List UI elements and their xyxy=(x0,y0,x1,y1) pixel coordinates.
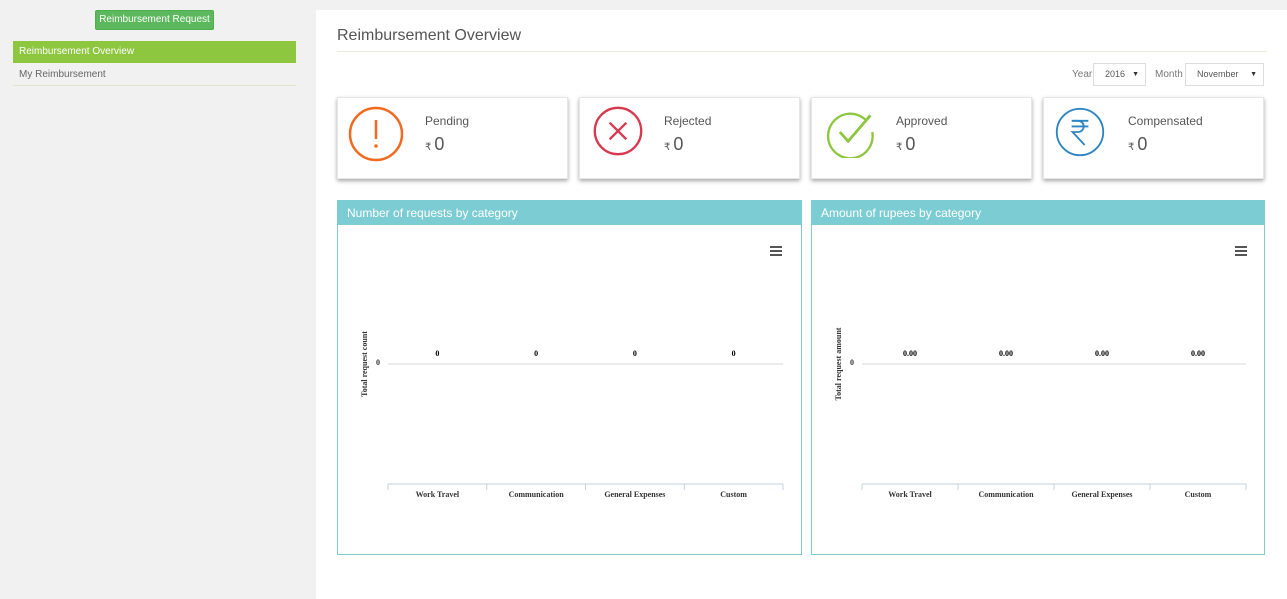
rejected-label: Rejected xyxy=(664,114,712,128)
month-select[interactable]: November ▼ xyxy=(1185,63,1264,86)
title-divider xyxy=(337,51,1267,52)
data-label: 0 xyxy=(633,349,637,358)
approved-card: Approved ₹0 xyxy=(811,97,1032,179)
data-label: 0.00 xyxy=(999,349,1013,358)
rupee-symbol: ₹ xyxy=(664,142,671,153)
sidebar-item-reimbursement-overview[interactable]: Reimbursement Overview xyxy=(13,41,296,63)
year-label: Year xyxy=(1072,69,1093,80)
reimbursement-request-button[interactable]: Reimbursement Request xyxy=(95,10,214,30)
chevron-down-icon: ▼ xyxy=(1250,71,1257,78)
month-select-value: November xyxy=(1197,69,1239,79)
compensated-amount: ₹0 xyxy=(1128,134,1147,155)
pending-card: Pending ₹0 xyxy=(337,97,568,179)
compensated-value: 0 xyxy=(1137,134,1148,154)
x-tick-label: Work Travel xyxy=(888,490,932,499)
chevron-down-icon: ▼ xyxy=(1132,71,1139,78)
data-label: 0.00 xyxy=(1191,349,1205,358)
amount-chart-title: Amount of rupees by category xyxy=(812,201,1264,225)
rupee-symbol: ₹ xyxy=(425,142,432,153)
check-circle-icon xyxy=(826,112,874,158)
approved-value: 0 xyxy=(905,134,916,154)
rejected-value: 0 xyxy=(673,134,684,154)
x-tick-label: Communication xyxy=(509,490,565,499)
approved-label: Approved xyxy=(896,114,948,128)
compensated-card: Compensated ₹0 xyxy=(1043,97,1264,179)
y-axis-title: Total request count xyxy=(360,331,369,397)
rejected-card: Rejected ₹0 xyxy=(579,97,800,179)
data-label: 0 xyxy=(732,349,736,358)
year-select[interactable]: 2016 ▼ xyxy=(1093,63,1146,86)
amount-chart: Total request amount 0 Work Travel 0.00 Comm… xyxy=(834,327,1247,499)
x-tick-label: General Expenses xyxy=(604,490,665,499)
main-content: Reimbursement Overview Year 2016 ▼ Month… xyxy=(316,10,1287,599)
y-tick-label: 0 xyxy=(850,358,854,367)
x-tick-label: Work Travel xyxy=(416,490,460,499)
requests-chart-title: Number of requests by category xyxy=(338,201,801,225)
sidebar-item-my-reimbursement[interactable]: My Reimbursement xyxy=(13,64,296,86)
page-title: Reimbursement Overview xyxy=(337,27,522,44)
x-circle-icon xyxy=(593,106,643,156)
requests-by-category-panel: Number of requests by category Total req… xyxy=(337,200,802,555)
data-label: 0 xyxy=(435,349,439,358)
rupee-circle-icon xyxy=(1055,107,1105,157)
compensated-label: Compensated xyxy=(1128,114,1203,128)
exclamation-circle-icon xyxy=(348,106,404,162)
y-tick-label: 0 xyxy=(376,358,380,367)
data-label: 0 xyxy=(534,349,538,358)
pending-amount: ₹0 xyxy=(425,134,444,155)
rejected-amount: ₹0 xyxy=(664,134,683,155)
x-tick-label: Custom xyxy=(720,490,747,499)
x-tick-label: General Expenses xyxy=(1071,490,1132,499)
x-tick-label: Custom xyxy=(1185,490,1212,499)
amount-by-category-panel: Amount of rupees by category Total reque… xyxy=(811,200,1265,555)
x-tick-label: Communication xyxy=(978,490,1034,499)
data-label: 0.00 xyxy=(1095,349,1109,358)
requests-chart: Total request count 0 Work Travel 0 Communic… xyxy=(360,331,784,499)
rupee-symbol: ₹ xyxy=(1128,142,1135,153)
approved-amount: ₹0 xyxy=(896,134,915,155)
rupee-symbol: ₹ xyxy=(896,142,903,153)
pending-label: Pending xyxy=(425,114,470,128)
y-axis-title: Total request amount xyxy=(834,327,843,400)
year-select-value: 2016 xyxy=(1105,69,1126,79)
data-label: 0.00 xyxy=(903,349,917,358)
sidebar: Reimbursement Request Reimbursement Over… xyxy=(0,0,308,599)
month-label: Month xyxy=(1155,69,1183,80)
pending-value: 0 xyxy=(434,134,445,154)
